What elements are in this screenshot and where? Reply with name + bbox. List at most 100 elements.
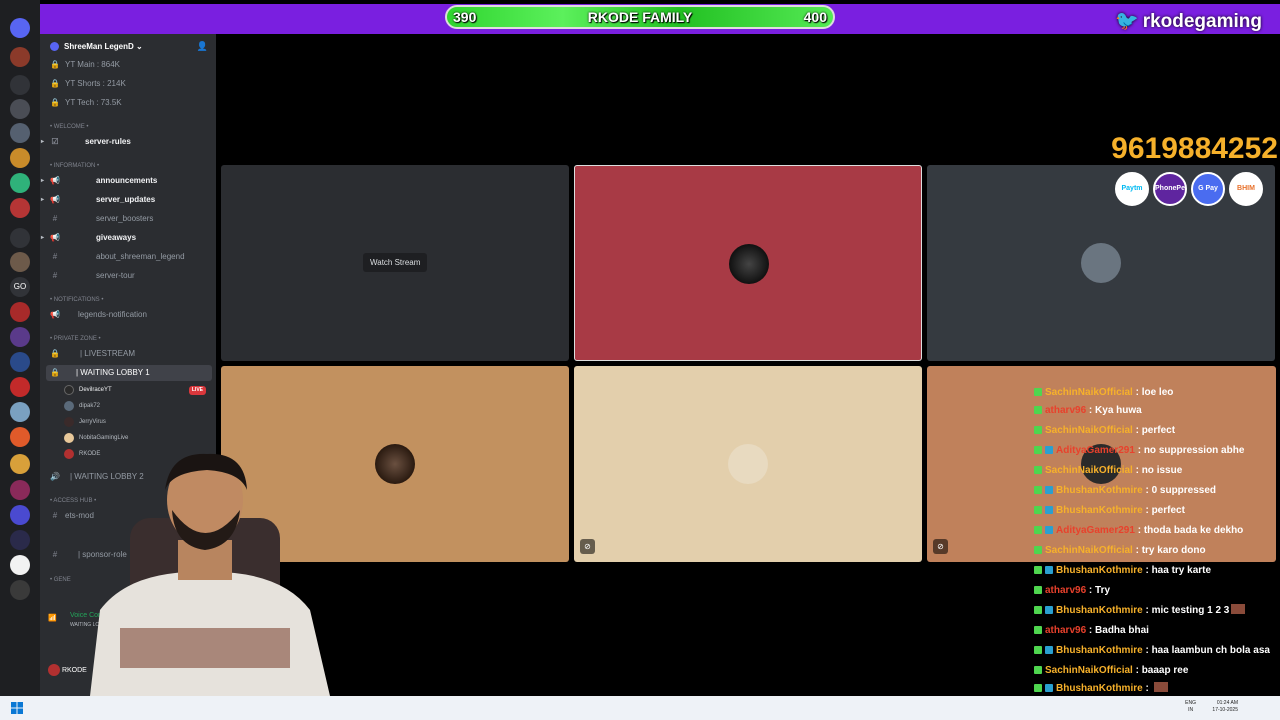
moderator-badge-icon [1034, 626, 1042, 634]
avatar [64, 385, 74, 395]
server-icon[interactable] [10, 480, 30, 500]
server-icon[interactable] [10, 148, 30, 168]
add-member-icon[interactable]: 👤 [197, 41, 208, 52]
hash-icon: # [52, 271, 58, 280]
moderator-badge-icon [1034, 566, 1042, 574]
server-icon[interactable] [10, 252, 30, 272]
caret-icon: ▸ [41, 178, 45, 184]
moderator-badge-icon [1034, 526, 1042, 534]
server-icon[interactable] [10, 555, 30, 575]
lock-icon: 🔒 [50, 98, 60, 107]
participant-tile[interactable]: ⊘ [574, 366, 922, 562]
category-private-zone[interactable]: • PRIVATE ZONE • [40, 331, 216, 347]
participant-tile[interactable] [574, 165, 922, 361]
avatar [728, 444, 768, 484]
channel-giveaways[interactable]: ▸ 📢 giveaways [40, 230, 216, 246]
avatar [1081, 243, 1121, 283]
paytm-icon: Paytm [1115, 172, 1149, 206]
megaphone-icon: 📢 [50, 176, 60, 185]
windows-taskbar: ENG IN 01:24 AM 17-10-2025 [0, 696, 1280, 720]
channel-server-tour[interactable]: # server-tour [40, 268, 216, 284]
server-icon[interactable] [10, 123, 30, 143]
avatar [64, 417, 74, 427]
moderator-badge-icon [1034, 546, 1042, 554]
channel-server-updates[interactable]: ▸ 📢 server_updates [40, 192, 216, 208]
stat-channel[interactable]: 🔒 YT Tech : 73.5K [40, 95, 216, 111]
avatar [64, 433, 74, 443]
chat-message: BhushanKothmire : [1034, 680, 1168, 696]
megaphone-icon: 📢 [50, 233, 60, 242]
avatar [729, 244, 769, 284]
chat-message: BhushanKothmire : haa try karte [1034, 562, 1211, 580]
stat-channel[interactable]: 🔒 YT Main : 864K [40, 57, 216, 73]
speaker-icon: 🔊 [50, 472, 60, 481]
channel-announcements[interactable]: ▸ 📢 announcements [40, 173, 216, 189]
server-icon[interactable] [10, 505, 30, 525]
server-icon[interactable] [10, 402, 30, 422]
channel-livestream[interactable]: 🔒 | LIVESTREAM [40, 346, 216, 362]
category-information[interactable]: • INFORMATION • [40, 158, 216, 174]
server-go-icon[interactable]: GO [10, 277, 30, 297]
language-indicator[interactable]: ENG IN [1185, 700, 1196, 714]
megaphone-icon: 📢 [50, 310, 60, 319]
server-header[interactable]: ShreeMan LegenD ⌄ 👤 [40, 34, 216, 58]
moderator-badge-icon [1034, 388, 1042, 396]
server-icon[interactable] [10, 198, 30, 218]
server-icon[interactable] [10, 327, 30, 347]
chevron-down-icon: ⌄ [136, 42, 143, 51]
chat-message: atharv96 : Try [1034, 582, 1110, 600]
chat-message: BhushanKothmire : perfect [1034, 502, 1185, 520]
moderator-badge-icon [1034, 426, 1042, 434]
server-icon[interactable] [10, 454, 30, 474]
category-welcome[interactable]: • WELCOME • [40, 119, 216, 135]
watch-stream-button[interactable]: Watch Stream [363, 253, 428, 272]
avatar [48, 664, 60, 676]
channel-waiting-lobby-1[interactable]: 🔒 | WAITING LOBBY 1 [46, 365, 212, 381]
system-clock[interactable]: 01:24 AM 17-10-2025 [1212, 700, 1238, 714]
subscriber-badge-icon [1045, 526, 1053, 534]
emote-icon [1231, 604, 1246, 614]
channel-server-boosters[interactable]: # server_boosters [40, 211, 216, 227]
chat-message: atharv96 : Kya huwa [1034, 402, 1142, 420]
server-icon[interactable] [10, 352, 30, 372]
server-icon[interactable] [10, 377, 30, 397]
server-icon[interactable] [10, 530, 30, 550]
stat-channel[interactable]: 🔒 YT Shorts : 214K [40, 76, 216, 92]
donation-phone: 9619884252 [1111, 132, 1278, 165]
channel-about[interactable]: # about_shreeman_legend [40, 249, 216, 265]
server-icon[interactable] [10, 427, 30, 447]
moderator-badge-icon [1034, 586, 1042, 594]
discord-home-icon[interactable] [10, 18, 30, 38]
folder-icon[interactable] [10, 75, 30, 95]
stream-tile[interactable]: Watch Stream [221, 165, 569, 361]
chat-message: BhushanKothmire : haa laambun ch bola as… [1034, 642, 1270, 660]
voice-user[interactable]: DevilraceYT LIVE [64, 383, 212, 397]
moderator-badge-icon [1034, 646, 1042, 654]
server-icon[interactable] [10, 580, 30, 600]
lock-icon: 🔒 [50, 368, 60, 377]
emote-icon [1153, 682, 1168, 692]
subscriber-badge-icon [1045, 446, 1053, 454]
moderator-badge-icon [1034, 466, 1042, 474]
category-notifications[interactable]: • NOTIFICATIONS • [40, 292, 216, 308]
server-icon[interactable] [10, 173, 30, 193]
megaphone-icon: 📢 [50, 195, 60, 204]
server-icon[interactable] [10, 47, 30, 67]
goal-title: RKODE FAMILY [587, 9, 693, 25]
voice-user[interactable]: NobitaGamingLive [64, 431, 212, 445]
server-rail: GO [0, 0, 40, 696]
server-icon[interactable] [10, 302, 30, 322]
windows-start-icon[interactable] [11, 702, 23, 714]
channel-legends-notification[interactable]: 📢 legends-notification [40, 307, 216, 323]
lock-icon: 🔒 [50, 349, 60, 358]
chat-message: AdityaGamer291 : no suppression abhe [1034, 442, 1244, 460]
caret-icon: ▸ [41, 197, 45, 203]
chat-message: atharv96 : Badha bhai [1034, 622, 1149, 640]
folder-icon[interactable] [10, 228, 30, 248]
server-icon[interactable] [10, 99, 30, 119]
channel-server-rules[interactable]: ▸ ☑ server-rules [40, 134, 216, 150]
voice-user[interactable]: JerryVirus [64, 415, 212, 429]
chat-message: SachinNaikOfficial : baaap ree [1034, 662, 1188, 680]
chat-message: SachinNaikOfficial : no issue [1034, 462, 1182, 480]
voice-user[interactable]: dipak72 [64, 399, 212, 413]
